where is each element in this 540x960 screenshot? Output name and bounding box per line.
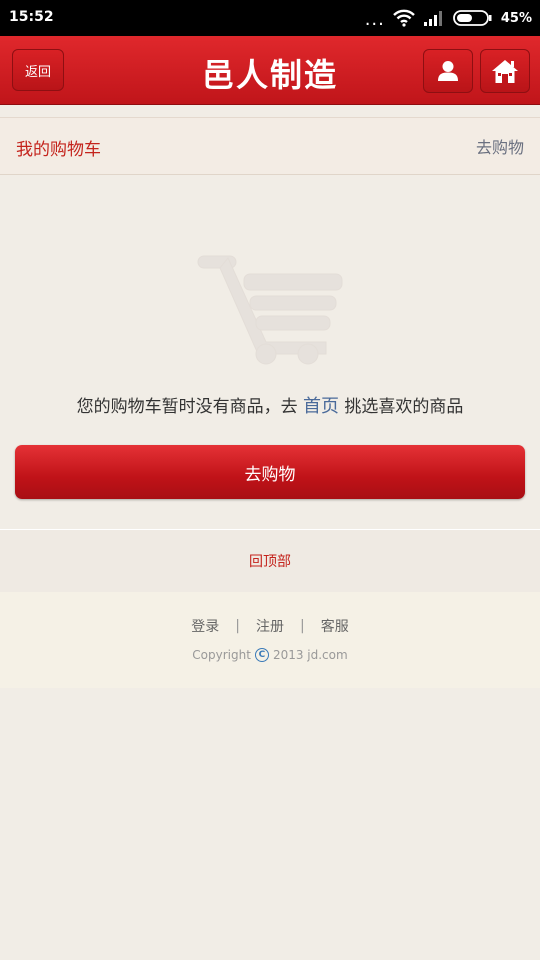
footer-links: 登录 | 注册 | 客服 <box>0 616 540 636</box>
copyright: Copyright C 2013 jd.com <box>0 648 540 662</box>
app-header: 返回 邑人制造 <box>0 36 540 105</box>
home-icon <box>492 60 518 83</box>
status-bar: 15:52 ... 45% <box>0 0 540 36</box>
shopping-cart-icon <box>197 255 343 365</box>
cart-title: 我的购物车 <box>16 140 101 160</box>
user-icon <box>438 61 458 81</box>
empty-cart-message: 您的购物车暂时没有商品，去 首页 挑选喜欢的商品 <box>0 392 540 418</box>
login-link[interactable]: 登录 <box>191 616 219 636</box>
copyright-label: Copyright <box>192 648 251 662</box>
footer: 登录 | 注册 | 客服 Copyright C 2013 jd.com <box>0 592 540 688</box>
home-button[interactable] <box>480 49 530 93</box>
copyright-icon: C <box>254 648 269 662</box>
home-page-link[interactable]: 首页 <box>303 396 339 417</box>
signal-icon <box>423 11 442 26</box>
copyright-text: 2013 jd.com <box>272 648 348 662</box>
empty-msg-before: 您的购物车暂时没有商品，去 <box>76 397 298 417</box>
status-icons: ... 45% <box>365 6 532 30</box>
empty-msg-after: 挑选喜欢的商品 <box>344 397 464 417</box>
footer-separator: | <box>235 618 240 634</box>
battery-percent: 45% <box>500 10 532 26</box>
back-to-top-link[interactable]: 回顶部 <box>0 529 540 593</box>
wifi-icon <box>393 9 415 27</box>
footer-separator: | <box>300 618 305 634</box>
back-to-top-label: 回顶部 <box>249 554 291 570</box>
customer-service-link[interactable]: 客服 <box>321 616 349 636</box>
notification-dots: ... <box>364 9 385 30</box>
status-time: 15:52 <box>9 9 54 25</box>
go-shopping-link[interactable]: 去购物 <box>476 134 524 158</box>
battery-icon <box>452 10 492 26</box>
user-button[interactable] <box>423 49 473 93</box>
go-shopping-button[interactable]: 去购物 <box>15 445 525 499</box>
register-link[interactable]: 注册 <box>256 616 284 636</box>
cart-bar: 我的购物车 去购物 <box>0 117 540 175</box>
